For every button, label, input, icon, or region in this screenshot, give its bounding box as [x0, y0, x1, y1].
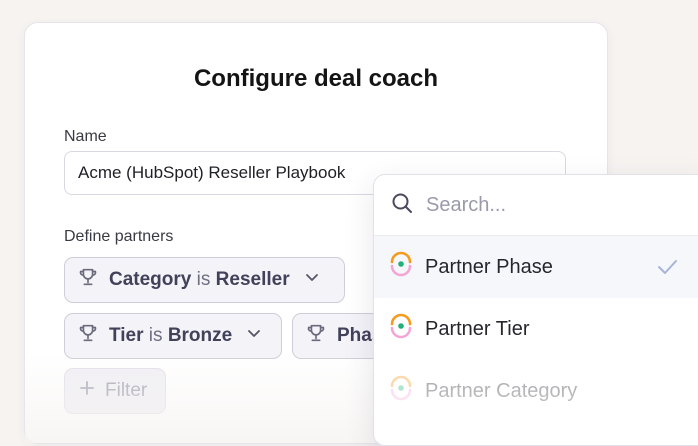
- plus-icon: [79, 380, 95, 402]
- partner-field-icon: [388, 313, 414, 345]
- option-label: Partner Phase: [425, 255, 553, 278]
- define-partners-label: Define partners: [64, 228, 174, 245]
- chip-value: Reseller: [215, 269, 290, 290]
- chip-operator: is: [148, 325, 163, 346]
- chip-text: Tier is Bronze: [109, 325, 232, 347]
- field-picker-dropdown: Search... Partner Phase Partner Tier: [373, 174, 698, 446]
- chip-field: Category: [109, 269, 192, 290]
- partner-field-icon: [388, 251, 414, 283]
- option-label: Partner Tier: [425, 317, 530, 340]
- trophy-icon: [305, 322, 327, 350]
- option-partner-phase[interactable]: Partner Phase: [374, 236, 698, 298]
- name-label: Name: [64, 128, 107, 145]
- chip-text: Category is Reseller: [109, 269, 290, 291]
- chevron-down-icon[interactable]: [304, 269, 320, 291]
- name-input-value: Acme (HubSpot) Reseller Playbook: [78, 163, 346, 182]
- search-icon: [390, 191, 414, 220]
- add-filter-label: Filter: [105, 380, 148, 401]
- dropdown-fade: [374, 385, 698, 445]
- chip-value: Bronze: [167, 325, 233, 346]
- chevron-down-icon[interactable]: [246, 325, 262, 347]
- filter-chip-tier[interactable]: Tier is Bronze: [64, 313, 282, 359]
- add-filter-button[interactable]: Filter: [64, 368, 166, 414]
- filter-chip-category[interactable]: Category is Reseller: [64, 257, 345, 303]
- trophy-icon: [77, 266, 99, 294]
- search-input[interactable]: Search...: [426, 194, 506, 217]
- trophy-icon: [77, 322, 99, 350]
- check-icon: [656, 256, 678, 284]
- page-title: Configure deal coach: [193, 65, 439, 92]
- option-partner-tier[interactable]: Partner Tier: [374, 298, 698, 360]
- chip-field: Tier: [109, 325, 144, 346]
- chip-operator: is: [196, 269, 211, 290]
- dropdown-search[interactable]: Search...: [374, 175, 698, 236]
